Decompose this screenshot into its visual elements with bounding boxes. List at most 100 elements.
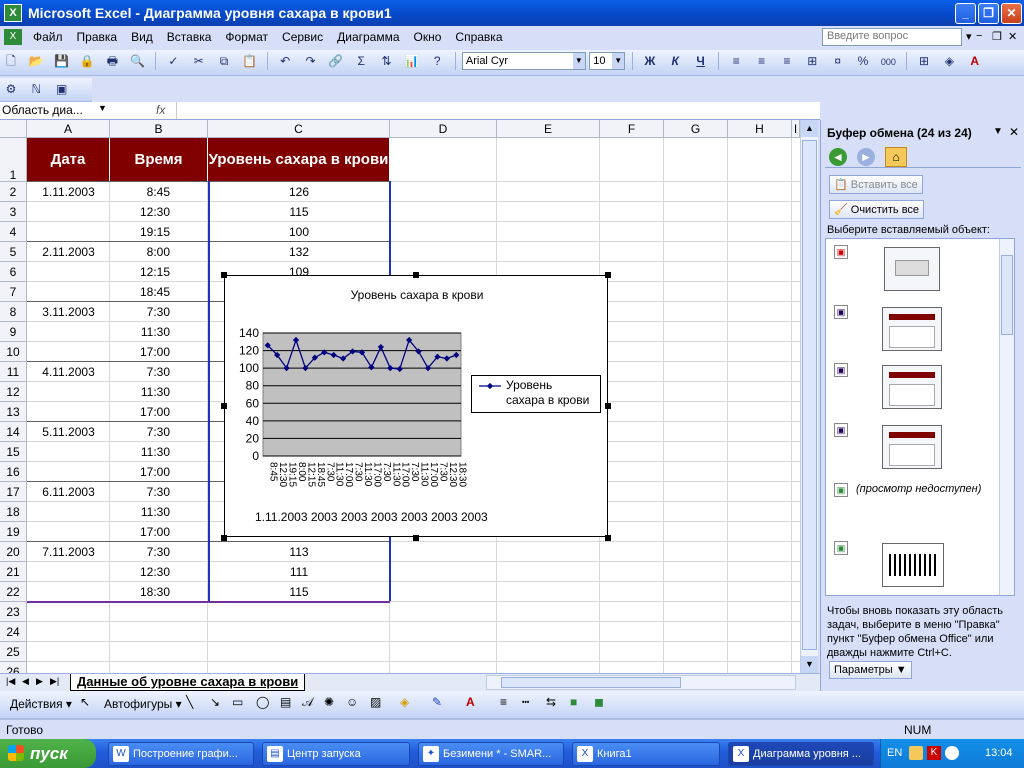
menu-view[interactable]: Вид: [124, 30, 160, 44]
header-cell-time[interactable]: Время: [110, 138, 208, 182]
clip-scrollbar[interactable]: [999, 239, 1014, 595]
thousands-button[interactable]: 000: [878, 52, 898, 72]
row-header-17[interactable]: 17: [0, 482, 27, 502]
tray-icon-3[interactable]: [945, 746, 959, 760]
header-cell-level[interactable]: Уровень сахара в крови: [208, 138, 390, 182]
row-header-5[interactable]: 5: [0, 242, 27, 262]
row-header-6[interactable]: 6: [0, 262, 27, 282]
time-cell[interactable]: 18:45: [110, 282, 206, 302]
chart-object[interactable]: Уровень сахара в крови 140 120 100 80 60 40 20…: [224, 275, 608, 537]
picture-icon[interactable]: ▨: [370, 695, 381, 709]
restore-button[interactable]: ❐: [978, 3, 999, 24]
row-header-19[interactable]: 19: [0, 522, 27, 542]
hscroll-thumb[interactable]: [501, 677, 681, 688]
level-cell[interactable]: 100: [208, 222, 390, 242]
time-cell[interactable]: 7:30: [110, 362, 206, 382]
pane-close-icon[interactable]: ✕: [1009, 125, 1019, 139]
taskbar-item-3[interactable]: ✦ Безимени * - SMAR...: [418, 742, 564, 766]
textbox-icon[interactable]: ▤: [280, 695, 291, 709]
time-cell[interactable]: 7:30: [110, 422, 206, 442]
date-cell[interactable]: 4.11.2003: [27, 362, 110, 382]
copy-icon[interactable]: ⧉: [214, 51, 234, 71]
taskbar-item-2[interactable]: ▤ Центр запуска: [262, 742, 410, 766]
clip-scroll-thumb[interactable]: [1001, 255, 1013, 335]
time-cell[interactable]: 11:30: [110, 442, 206, 462]
minimize-button[interactable]: _: [955, 3, 976, 24]
resize-handle[interactable]: [221, 535, 227, 541]
doc-minimize-button[interactable]: −: [976, 30, 982, 42]
time-cell[interactable]: 11:30: [110, 382, 206, 402]
bold-button[interactable]: Ж: [640, 51, 660, 71]
menu-insert[interactable]: Вставка: [160, 30, 219, 44]
row-header-2[interactable]: 2: [0, 182, 27, 202]
level-cell[interactable]: 113: [208, 542, 390, 562]
row-header-13[interactable]: 13: [0, 402, 27, 422]
paste-all-button[interactable]: 📋 Вставить все: [829, 175, 923, 194]
select-arrow-icon[interactable]: ↖: [80, 695, 90, 709]
time-cell[interactable]: 8:45: [110, 182, 206, 202]
row-header-21[interactable]: 21: [0, 562, 27, 582]
level-cell[interactable]: 126: [208, 182, 390, 202]
font-color-icon[interactable]: A: [466, 695, 475, 709]
shadow-icon[interactable]: ■: [570, 695, 577, 709]
borders-icon[interactable]: ⊞: [914, 51, 934, 71]
redo-icon[interactable]: ↷: [300, 51, 320, 71]
underline-button[interactable]: Ч: [691, 51, 711, 71]
fx-icon[interactable]: fx: [156, 103, 165, 117]
clear-all-button[interactable]: 🧹 Очистить все: [829, 200, 925, 219]
font-size-select[interactable]: 10 ▼: [589, 52, 626, 70]
pane-menu-arrow[interactable]: ▼: [993, 126, 1003, 137]
time-cell[interactable]: 12:15: [110, 262, 206, 282]
font-name-select[interactable]: Arial Cyr ▼: [461, 52, 586, 70]
column-header-a[interactable]: A: [27, 120, 110, 138]
row-header-4[interactable]: 4: [0, 222, 27, 242]
time-cell[interactable]: 7:30: [110, 302, 206, 322]
time-cell[interactable]: 19:15: [110, 222, 206, 242]
taskbar-item-5[interactable]: X Диаграмма уровня ...: [728, 742, 874, 766]
vertical-scrollbar[interactable]: ▲ ▼: [800, 120, 818, 673]
taskbar-item-4[interactable]: X Книга1: [572, 742, 720, 766]
level-cell[interactable]: 115: [208, 582, 390, 602]
doc-close-button[interactable]: ✕: [1008, 30, 1017, 43]
paste-icon[interactable]: 📋: [239, 51, 259, 71]
autosum-icon[interactable]: Σ: [351, 51, 371, 71]
first-sheet-icon[interactable]: |◀: [6, 676, 15, 687]
document-icon[interactable]: X: [4, 29, 22, 45]
date-cell[interactable]: 6.11.2003: [27, 482, 110, 502]
level-cell[interactable]: 115: [208, 202, 390, 222]
menu-edit[interactable]: Правка: [70, 30, 125, 44]
formula-input[interactable]: [176, 102, 820, 119]
language-indicator[interactable]: EN: [887, 739, 902, 768]
tool-c-icon[interactable]: ▣: [52, 79, 72, 99]
align-left-icon[interactable]: ≡: [726, 51, 746, 71]
new-icon[interactable]: 🗋: [1, 51, 21, 71]
time-cell[interactable]: 12:30: [110, 202, 206, 222]
name-box[interactable]: Область диа...: [2, 103, 108, 119]
time-cell[interactable]: 18:30: [110, 582, 206, 602]
print-icon[interactable]: 🖶: [102, 51, 122, 71]
time-cell[interactable]: 17:00: [110, 402, 206, 422]
row-header-7[interactable]: 7: [0, 282, 27, 302]
date-cell[interactable]: 2.11.2003: [27, 242, 110, 262]
column-header-d[interactable]: D: [390, 120, 497, 138]
excel-app-icon[interactable]: X: [4, 4, 22, 22]
time-cell[interactable]: 17:00: [110, 342, 206, 362]
row-header-18[interactable]: 18: [0, 502, 27, 522]
prev-sheet-icon[interactable]: ◀: [22, 676, 29, 687]
row-header-10[interactable]: 10: [0, 342, 27, 362]
tray-icon-1[interactable]: [909, 746, 923, 760]
header-cell-date[interactable]: Дата: [27, 138, 110, 182]
save-icon[interactable]: 💾: [52, 51, 72, 71]
column-header-e[interactable]: E: [497, 120, 600, 138]
time-cell[interactable]: 8:00: [110, 242, 206, 262]
resize-handle[interactable]: [221, 272, 227, 278]
row-header-26[interactable]: 26: [0, 662, 27, 673]
date-cell[interactable]: 7.11.2003: [27, 542, 110, 562]
rectangle-icon[interactable]: ▭: [232, 695, 243, 709]
tool-b-icon[interactable]: ℕ: [26, 79, 46, 99]
column-header-f[interactable]: F: [600, 120, 664, 138]
row-header-20[interactable]: 20: [0, 542, 27, 562]
column-header-b[interactable]: B: [110, 120, 208, 138]
scroll-up-button[interactable]: ▲: [801, 120, 818, 137]
menu-format[interactable]: Формат: [218, 30, 275, 44]
